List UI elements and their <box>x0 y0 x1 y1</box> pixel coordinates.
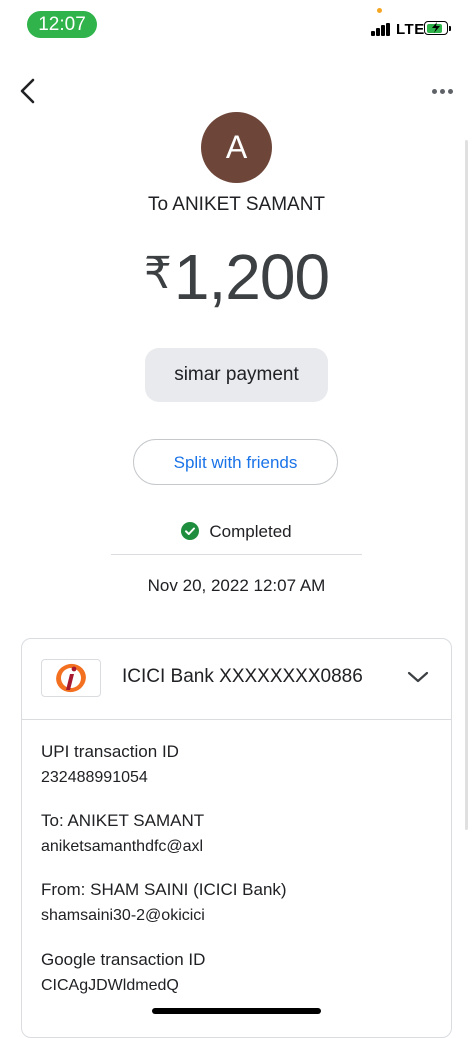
signal-icon <box>371 23 393 36</box>
chevron-down-icon <box>407 671 429 683</box>
amount-display: ₹1,200 <box>0 240 473 314</box>
detail-value: aniketsamanthdfc@axl <box>41 838 204 855</box>
transaction-details-card: ICICI Bank XXXXXXXX0886 UPI transaction … <box>21 638 452 1038</box>
detail-google-transaction-id: Google transaction ID CICAgJDWldmedQ <box>41 950 205 995</box>
status-time: 12:07 <box>27 11 97 38</box>
avatar: A <box>201 112 272 183</box>
more-options-button[interactable] <box>428 84 458 98</box>
check-circle-icon <box>181 522 200 540</box>
bank-account-row[interactable]: ICICI Bank XXXXXXXX0886 <box>22 639 451 720</box>
icici-logo-icon <box>41 659 101 697</box>
detail-label: From: SHAM SAINI (ICICI Bank) <box>41 880 287 899</box>
status-label: Completed <box>209 522 292 541</box>
transaction-datetime: Nov 20, 2022 12:07 AM <box>147 576 326 595</box>
detail-to: To: ANIKET SAMANT aniketsamanthdfc@axl <box>41 811 204 856</box>
split-with-friends-button[interactable]: Split with friends <box>133 439 338 485</box>
detail-label: UPI transaction ID <box>41 742 179 761</box>
scrollbar[interactable] <box>465 140 468 830</box>
detail-label: Google transaction ID <box>41 950 206 969</box>
payment-note: simar payment <box>145 348 328 402</box>
detail-upi-transaction-id: UPI transaction ID 232488991054 <box>41 742 179 787</box>
divider <box>111 554 362 555</box>
detail-label: To: ANIKET SAMANT <box>41 811 205 830</box>
bank-account-name: ICICI Bank XXXXXXXX0886 <box>122 666 363 687</box>
detail-value: CICAgJDWldmedQ <box>41 977 179 994</box>
detail-value: shamsaini30-2@okicici <box>41 907 205 924</box>
home-indicator[interactable] <box>152 1008 321 1014</box>
currency-symbol: ₹ <box>143 249 172 298</box>
battery-icon <box>424 21 451 35</box>
status-row: Completed <box>0 522 473 542</box>
back-button[interactable] <box>14 74 44 108</box>
amount-value: 1,200 <box>173 241 330 313</box>
detail-value: 232488991054 <box>41 769 148 786</box>
chevron-left-icon <box>20 78 35 104</box>
network-label: LTE <box>396 21 425 38</box>
mic-indicator-dot <box>377 8 382 13</box>
more-horiz-icon <box>432 89 437 94</box>
detail-from: From: SHAM SAINI (ICICI Bank) shamsaini3… <box>41 880 287 925</box>
recipient-name: To ANIKET SAMANT <box>147 194 326 215</box>
